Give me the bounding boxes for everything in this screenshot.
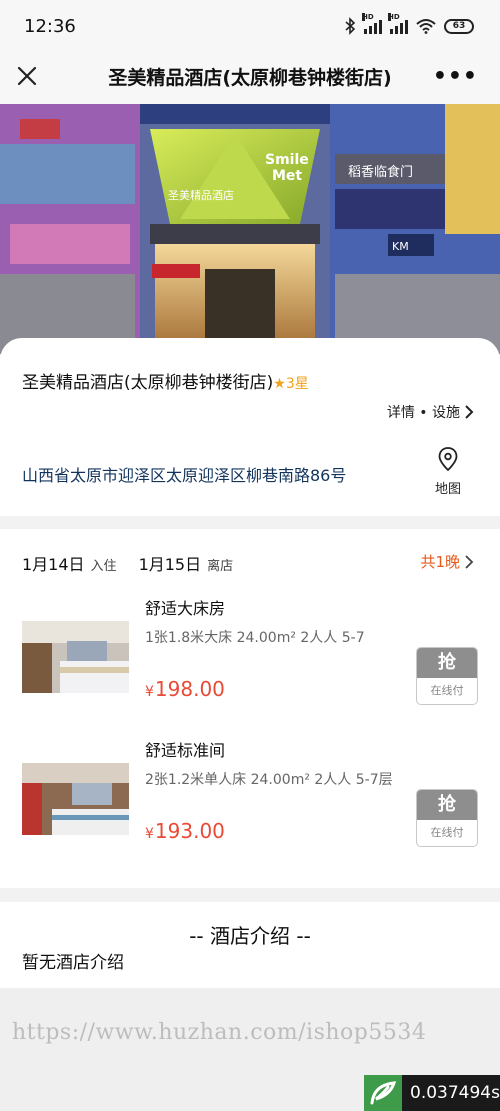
currency-symbol: ¥ [145, 684, 154, 700]
hotel-name-text: 圣美精品酒店(太原柳巷钟楼街店) [22, 373, 274, 393]
nights-label: 共1晚 [420, 553, 460, 571]
hero-brand-text: Smile [265, 152, 309, 168]
bluetooth-icon [345, 17, 356, 35]
book-button[interactable]: 抢 在线付 [416, 789, 478, 847]
intro-title: -- 酒店介绍 -- [189, 924, 311, 948]
pay-online-label: 在线付 [430, 826, 464, 839]
room-description: 2张1.2米单人床 24.00m² 2人人 5-7层 [145, 772, 393, 788]
pay-online-label: 在线付 [430, 684, 464, 697]
more-icon[interactable]: ••• [433, 64, 478, 89]
location-pin-icon [438, 447, 458, 472]
book-button[interactable]: 抢 在线付 [416, 647, 478, 705]
hero-sign-text: 圣美精品酒店 [168, 188, 234, 202]
timer-value: 0.037494s [410, 1083, 500, 1103]
room-name: 舒适标准间 [145, 741, 226, 760]
room-price: ¥198.00 [145, 677, 225, 701]
watermark-text: https://www.huzhan.com/ishop5534 [12, 1020, 427, 1045]
close-icon[interactable] [14, 63, 40, 89]
chevron-right-icon [465, 405, 474, 419]
status-icons: HD HD 63 [344, 13, 474, 35]
hotel-name: 圣美精品酒店(太原柳巷钟楼街店)★3星 [22, 368, 309, 393]
room-name: 舒适大床房 [145, 599, 226, 618]
battery-icon: 63 [444, 18, 474, 34]
hero-sign-text: KM [392, 240, 409, 253]
room-photo[interactable] [22, 621, 129, 693]
map-label: 地图 [434, 482, 461, 497]
price-value: 193.00 [154, 819, 225, 843]
checkin-date[interactable]: 1月14日 [22, 551, 85, 575]
chevron-right-icon [465, 554, 474, 569]
room-photo[interactable] [22, 763, 129, 835]
room-price: ¥193.00 [145, 819, 225, 843]
rooms-card: 1月14日 入住 1月15日 离店 共1晚 舒适大床房 1张1.8米大床 24.… [0, 529, 500, 888]
hero-sign-text: 稻香临食门 [348, 164, 413, 180]
price-value: 198.00 [154, 677, 225, 701]
page-title: 圣美精品酒店(太原柳巷钟楼街店) [108, 67, 392, 89]
status-bar: 12:36 HD HD 63 [0, 0, 500, 50]
hotel-facade-image: Smile Met 圣美精品酒店 稻香临食门 KM [0, 104, 500, 354]
room-item[interactable]: 舒适大床房 1张1.8米大床 24.00m² 2人人 5-7 ¥198.00 抢… [0, 595, 500, 725]
checkout-label: 离店 [207, 559, 234, 574]
wifi-icon [416, 19, 436, 34]
hotel-address[interactable]: 山西省太原市迎泽区太原迎泽区柳巷南路86号 [22, 462, 346, 486]
book-button-label: 抢 [417, 648, 477, 678]
signal-icon: HD [362, 13, 382, 34]
room-item[interactable]: 舒适标准间 2张1.2米单人床 24.00m² 2人人 5-7层 ¥193.00… [0, 737, 500, 867]
detail-link-label: 详情 • 设施 [386, 405, 460, 421]
leaf-logo-icon [364, 1075, 402, 1111]
nights-count[interactable]: 共1晚 [420, 551, 474, 572]
hotel-intro-card: -- 酒店介绍 -- 暂无酒店介绍 [0, 902, 500, 988]
hotel-photo[interactable]: Smile Met 圣美精品酒店 稻香临食门 KM [0, 104, 500, 354]
checkout-date[interactable]: 1月15日 [139, 551, 202, 575]
hero-brand-text: Met [272, 168, 302, 184]
star-icon: ★ [273, 376, 286, 392]
map-button[interactable]: 地图 [430, 446, 466, 497]
status-time: 12:36 [24, 16, 76, 37]
book-button-label: 抢 [417, 790, 477, 820]
currency-symbol: ¥ [145, 826, 154, 842]
nav-bar: 圣美精品酒店(太原柳巷钟楼街店) ••• [0, 50, 500, 104]
intro-text: 暂无酒店介绍 [22, 953, 124, 973]
hotel-info-card: 圣美精品酒店(太原柳巷钟楼街店)★3星 详情 • 设施 山西省太原市迎泽区太原迎… [0, 338, 500, 516]
checkin-label: 入住 [90, 559, 117, 574]
load-timer-badge: 0.037494s [364, 1075, 500, 1111]
signal-icon: HD [388, 13, 408, 34]
stay-dates[interactable]: 1月14日 入住 1月15日 离店 [22, 551, 255, 575]
detail-facilities-link[interactable]: 详情 • 设施 [387, 402, 474, 422]
star-rating: 3星 [285, 376, 309, 392]
room-description: 1张1.8米大床 24.00m² 2人人 5-7 [145, 630, 365, 646]
